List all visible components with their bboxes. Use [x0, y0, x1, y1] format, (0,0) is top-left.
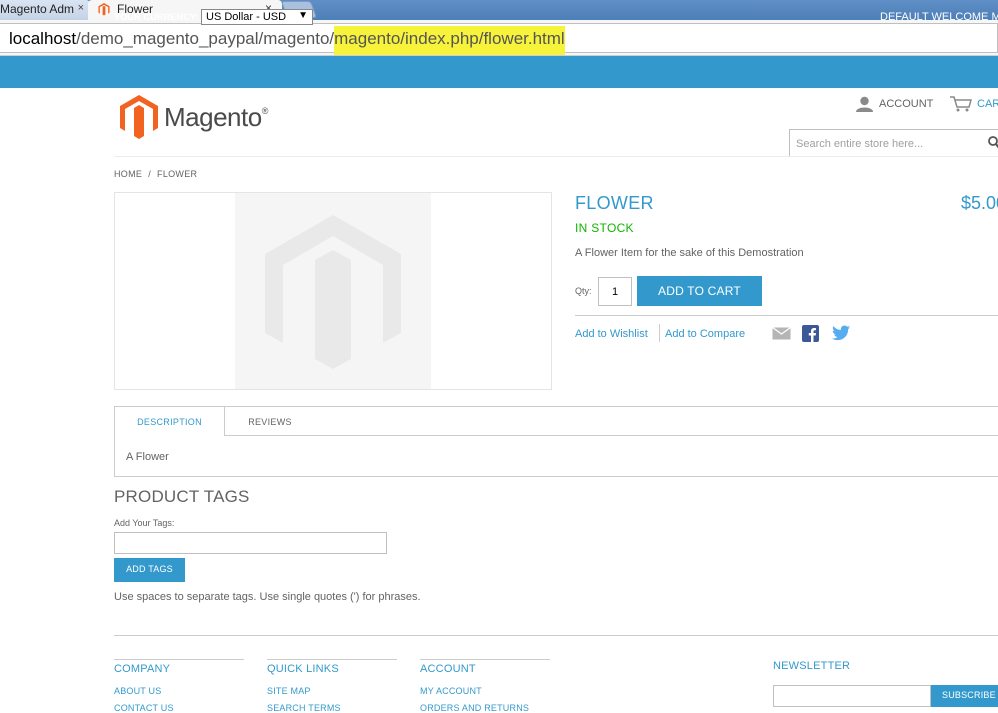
tags-hint: Use spaces to separate tags. Use single … — [114, 591, 421, 603]
add-tags-label: Add Your Tags: — [114, 518, 175, 528]
qty-input[interactable]: 1 — [598, 277, 632, 306]
logo-wordmark: Magento — [164, 102, 262, 132]
url-highlighted-path: magento/index.php/flower.html — [334, 26, 565, 55]
add-to-compare-link[interactable]: Add to Compare — [665, 328, 745, 340]
url-path: /demo_magento_paypal/magento/ — [76, 29, 335, 48]
footer-link-search-terms[interactable]: SEARCH TERMS — [267, 703, 341, 713]
footer-title-company: COMPANY — [114, 663, 171, 675]
tab-reviews[interactable]: REVIEWS — [226, 407, 314, 435]
tab-content: A Flower — [126, 451, 169, 463]
product-image[interactable] — [235, 193, 431, 389]
twitter-icon[interactable] — [832, 325, 850, 341]
product-price: $5.00 — [961, 193, 998, 213]
tab-label: Magento Adm — [0, 2, 75, 16]
email-icon[interactable] — [772, 327, 791, 340]
stock-status: IN STOCK — [575, 221, 634, 235]
footer-title-account: ACCOUNT — [420, 663, 476, 675]
search-input[interactable]: Search entire store here... — [789, 129, 998, 157]
footer-column-divider — [267, 659, 397, 660]
footer-divider — [114, 635, 998, 636]
product-divider — [575, 315, 998, 316]
image-placeholder-icon — [265, 215, 401, 369]
account-link[interactable]: ACCOUNT — [856, 96, 933, 112]
cart-icon — [950, 96, 972, 112]
site-top-bar — [0, 56, 998, 88]
footer-link-contact-us[interactable]: CONTACT US — [114, 703, 174, 713]
add-to-cart-button[interactable]: ADD TO CART — [637, 276, 762, 306]
facebook-icon[interactable] — [802, 325, 819, 342]
footer-link-my-account[interactable]: MY ACCOUNT — [420, 686, 482, 696]
cart-label: CART — [977, 97, 998, 110]
breadcrumb-current: FLOWER — [157, 169, 198, 179]
footer-link-about-us[interactable]: ABOUT US — [114, 686, 161, 696]
dropdown-arrow-icon: ▼ — [298, 10, 308, 21]
welcome-message: DEFAULT WELCOME MSG! — [880, 11, 998, 23]
close-icon[interactable]: × — [78, 2, 84, 14]
product-name: FLOWER — [575, 193, 654, 213]
account-label: ACCOUNT — [879, 97, 934, 110]
account-icon — [856, 96, 873, 112]
tags-input[interactable] — [114, 532, 387, 554]
breadcrumb: HOME / FLOWER — [114, 169, 197, 179]
url-host: localhost — [9, 29, 77, 48]
url-input[interactable]: localhost/demo_magento_paypal/magento/ma… — [0, 23, 998, 55]
logo-text[interactable]: Magento® — [164, 102, 268, 133]
newsletter-email-input[interactable] — [773, 685, 931, 707]
footer-column-divider — [420, 659, 550, 660]
add-tags-button[interactable]: ADD TAGS — [114, 558, 185, 582]
breadcrumb-home[interactable]: HOME — [114, 169, 142, 179]
short-description: A Flower Item for the sake of this Demos… — [575, 247, 804, 259]
product-tags-title: PRODUCT TAGS — [114, 487, 250, 506]
newsletter-title: NEWSLETTER — [773, 660, 851, 672]
address-bar: localhost/demo_magento_paypal/magento/ma… — [0, 20, 998, 56]
currency-label: YOUR CURRENCY: — [114, 12, 199, 22]
qty-label: Qty: — [575, 286, 592, 296]
tab-header-divider — [225, 435, 998, 436]
footer-link-site-map[interactable]: SITE MAP — [267, 686, 311, 696]
currency-value: US Dollar - USD — [206, 11, 287, 23]
footer-column-divider — [114, 659, 244, 660]
registered-mark: ® — [261, 106, 269, 116]
header-divider — [114, 156, 998, 157]
footer-link-orders-returns[interactable]: ORDERS AND RETURNS — [420, 703, 529, 713]
magento-logo-icon[interactable] — [120, 95, 158, 139]
subscribe-button[interactable]: SUBSCRIBE — [931, 685, 998, 707]
browser-tab-magento-admin[interactable]: Magento Adm × — [0, 0, 90, 20]
add-to-wishlist-link[interactable]: Add to Wishlist — [575, 328, 648, 340]
cart-link[interactable]: CART — [950, 96, 998, 112]
breadcrumb-separator: / — [148, 169, 152, 179]
footer-title-quick-links: QUICK LINKS — [267, 663, 339, 675]
tab-description[interactable]: DESCRIPTION — [115, 407, 225, 436]
magento-favicon-icon — [98, 3, 110, 16]
currency-select[interactable]: US Dollar - USD ▼ — [201, 9, 313, 25]
link-separator — [659, 324, 660, 342]
search-icon[interactable] — [988, 136, 998, 150]
